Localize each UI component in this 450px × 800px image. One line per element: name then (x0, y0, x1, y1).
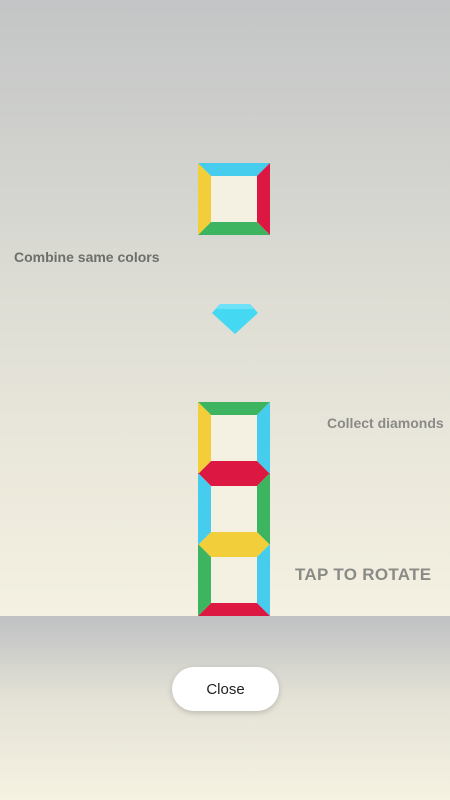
collect-diamonds-hint: Collect diamonds (327, 415, 444, 431)
combine-colors-hint: Combine same colors (14, 249, 160, 265)
falling-block[interactable] (198, 163, 270, 235)
tap-to-rotate-hint: TAP TO ROTATE (295, 565, 432, 584)
block-stack[interactable] (198, 402, 270, 616)
block-falling-center (211, 176, 257, 222)
diamond-icon (212, 304, 258, 334)
block-3-center (211, 557, 257, 603)
close-button[interactable]: Close (172, 667, 279, 711)
game-board[interactable]: Combine same colors Collect diamonds TAP… (0, 0, 450, 616)
block-1-center (211, 415, 257, 461)
block-2-center (211, 486, 257, 532)
